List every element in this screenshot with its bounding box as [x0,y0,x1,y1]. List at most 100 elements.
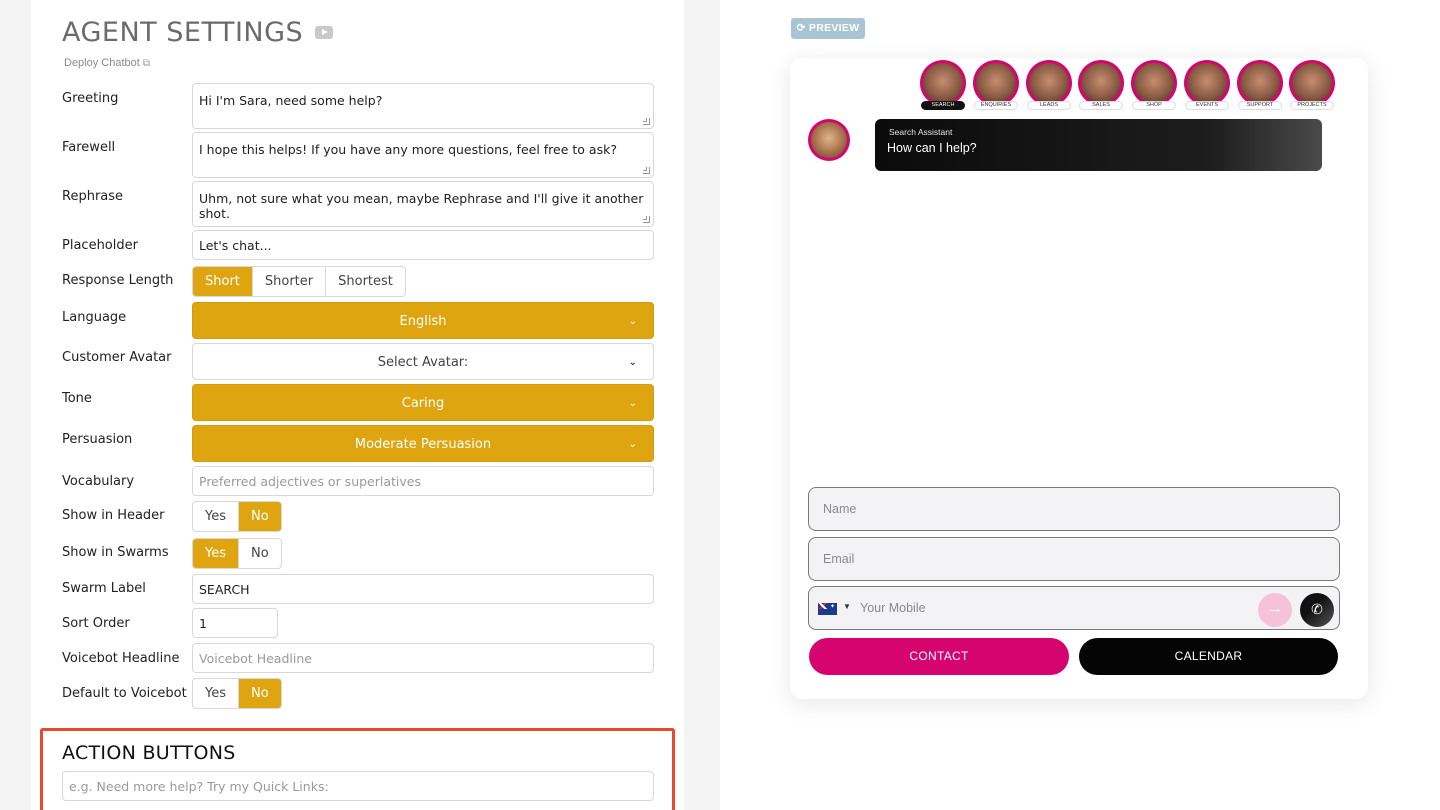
persuasion-value: Moderate Persuasion [354,437,492,452]
avatar [1240,63,1280,103]
show-in-swarms-yes[interactable]: Yes [193,539,239,568]
email-field[interactable]: Email [808,537,1340,581]
placeholder-label: Placeholder [62,238,138,253]
action-buttons-intro-input[interactable]: e.g. Need more help? Try my Quick Links: [62,771,654,801]
agent-avatar-events[interactable]: EVENTS [1184,60,1230,110]
avatar [1187,63,1227,103]
avatar [1081,63,1121,103]
tone-select[interactable]: Caring ⌄ [192,384,654,421]
preview-button[interactable]: ⟳ PREVIEW [791,18,865,39]
agent-avatar-strip: SEARCH ENQUIRIES LEADS SALES SHOP EVENTS… [920,60,1340,112]
response-length-label: Response Length [62,273,174,288]
agent-settings-panel: AGENT SETTINGS Deploy Chatbot ⧉ Greeting … [31,0,684,810]
agent-avatar-sales[interactable]: SALES [1078,60,1124,110]
show-in-swarms-label: Show in Swarms [62,545,169,560]
chevron-down-icon: ⌄ [628,439,637,450]
agent-avatar-label: SEARCH [921,101,965,110]
farewell-value: I hope this helps! If you have any more … [199,142,617,157]
mobile-field[interactable]: ▼ Your Mobile → ✆ [808,586,1340,630]
avatar [923,63,963,103]
avatar [1029,63,1069,103]
agent-avatar-label: SALES [1079,101,1123,110]
page-title: AGENT SETTINGS [62,17,304,48]
deploy-chatbot-link[interactable]: Deploy Chatbot ⧉ [64,57,150,69]
agent-avatar-label: LEADS [1027,101,1071,110]
agent-avatar-label: SUPPORT [1238,101,1282,110]
customer-avatar-select[interactable]: Select Avatar: ⌄ [192,343,654,380]
vocabulary-input[interactable]: Preferred adjectives or superlatives [192,466,654,496]
persuasion-select[interactable]: Moderate Persuasion ⌄ [192,425,654,462]
external-link-icon: ⧉ [142,58,150,69]
chevron-down-icon: ⌄ [628,316,637,327]
rephrase-textarea[interactable]: Uhm, not sure what you mean, maybe Rephr… [192,181,654,227]
swarm-label-input[interactable]: SEARCH [192,574,654,604]
resize-grip-icon[interactable] [643,216,650,223]
default-to-voicebot-yes[interactable]: Yes [193,679,239,708]
voicebot-headline-input[interactable]: Voicebot Headline [192,643,654,673]
response-length-shortest[interactable]: Shortest [326,267,405,296]
avatar [976,63,1016,103]
tone-label: Tone [62,391,92,406]
calendar-button[interactable]: CALENDAR [1079,638,1338,675]
farewell-textarea[interactable]: I hope this helps! If you have any more … [192,132,654,178]
bubble-sender: Search Assistant [889,127,953,137]
rephrase-label: Rephrase [62,189,124,204]
deploy-chatbot-label: Deploy Chatbot [64,57,140,69]
refresh-icon: ⟳ [796,22,806,34]
default-to-voicebot-label: Default to Voicebot [62,686,187,701]
vocabulary-label: Vocabulary [62,474,135,489]
language-label: Language [62,310,127,325]
greeting-value: Hi I'm Sara, need some help? [199,93,383,108]
agent-avatar-search[interactable]: SEARCH [920,60,966,110]
preview-button-label: PREVIEW [808,22,860,34]
greeting-label: Greeting [62,91,119,106]
agent-avatar-enquiries[interactable]: ENQUIRIES [973,60,1019,110]
agent-avatar-label: SHOP [1132,101,1176,110]
agent-avatar-projects[interactable]: PROJECTS [1289,60,1335,110]
flag-au-icon[interactable] [818,603,837,615]
default-to-voicebot-toggle: Yes No [192,678,282,709]
phone-call-button[interactable]: ✆ [1300,593,1334,627]
resize-grip-icon[interactable] [643,167,650,174]
placeholder-input[interactable]: Let's chat... [192,230,654,260]
chevron-down-icon: ⌄ [628,398,637,409]
show-in-header-yes[interactable]: Yes [193,502,239,531]
avatar [1292,63,1332,103]
chat-bubble: Search Assistant How can I help? [875,119,1322,171]
agent-avatar-label: EVENTS [1185,101,1229,110]
tone-value: Caring [401,396,445,411]
response-length-short[interactable]: Short [193,267,253,296]
response-length-shorter[interactable]: Shorter [253,267,327,296]
rephrase-value: Uhm, not sure what you mean, maybe Rephr… [199,191,644,221]
sort-order-input[interactable]: 1 [192,608,278,638]
chevron-down-icon: ⌄ [628,357,637,368]
video-tutorial-icon[interactable] [315,26,333,39]
response-length-toggle: Short Shorter Shortest [192,266,406,297]
show-in-header-label: Show in Header [62,508,165,523]
customer-avatar-value: Select Avatar: [377,355,469,370]
default-to-voicebot-no[interactable]: No [239,679,281,708]
sort-order-label: Sort Order [62,616,130,631]
voicebot-headline-label: Voicebot Headline [62,651,180,666]
agent-avatar-label: PROJECTS [1290,101,1334,110]
caret-down-icon[interactable]: ▼ [843,602,851,611]
contact-button[interactable]: CONTACT [809,638,1069,675]
show-in-header-toggle: Yes No [192,501,282,532]
language-select[interactable]: English ⌄ [192,302,654,339]
avatar [1134,63,1174,103]
show-in-header-no[interactable]: No [239,502,281,531]
agent-avatar-support[interactable]: SUPPORT [1237,60,1283,110]
mobile-placeholder: Your Mobile [860,601,926,615]
name-field[interactable]: Name [808,487,1340,531]
avatar [811,122,847,158]
agent-avatar-shop[interactable]: SHOP [1131,60,1177,110]
agent-avatar-leads[interactable]: LEADS [1026,60,1072,110]
persuasion-label: Persuasion [62,432,133,447]
send-arrow-button[interactable]: → [1258,593,1292,627]
show-in-swarms-no[interactable]: No [239,539,281,568]
resize-grip-icon[interactable] [643,118,650,125]
agent-avatar-label: ENQUIRIES [974,101,1018,110]
greeting-textarea[interactable]: Hi I'm Sara, need some help? [192,83,654,129]
swarm-label-label: Swarm Label [62,581,146,596]
language-value: English [399,314,447,329]
